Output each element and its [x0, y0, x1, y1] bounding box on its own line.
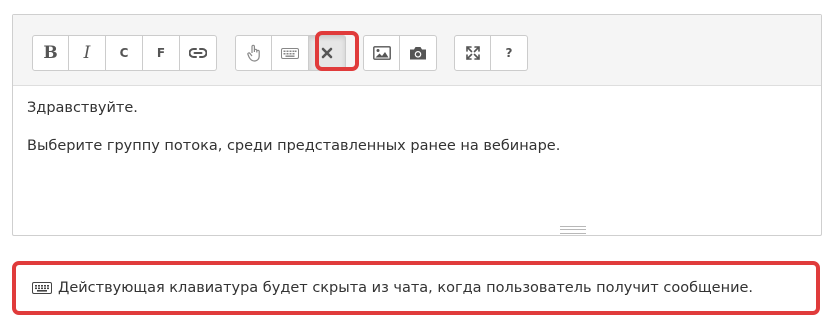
fixed-button[interactable]: F: [143, 35, 180, 71]
media-button-group: [363, 35, 437, 71]
fullscreen-button[interactable]: [454, 35, 491, 71]
italic-icon: I: [83, 43, 91, 63]
camera-icon: [409, 46, 427, 60]
keyboard-icon: [32, 282, 52, 294]
message-line-greeting: Здравствуйте.: [27, 100, 138, 116]
misc-button-group: ?: [454, 35, 528, 71]
message-editor: B I C F ? Здравствуйте. Выберите группу пот…: [12, 14, 822, 236]
image-icon: [372, 46, 391, 60]
code-button[interactable]: C: [106, 35, 143, 71]
button-button[interactable]: [235, 35, 272, 71]
c-icon: C: [119, 46, 129, 60]
remove-keyboard-button[interactable]: [309, 35, 346, 71]
link-button[interactable]: [180, 35, 217, 71]
question-icon: ?: [505, 46, 513, 60]
italic-button[interactable]: I: [69, 35, 106, 71]
editor-toolbar: B I C F ?: [13, 15, 821, 86]
pointer-hand-icon: [246, 44, 261, 62]
expand-icon: [465, 46, 480, 60]
help-button[interactable]: ?: [491, 35, 528, 71]
notice-text: Действующая клавиатура будет скрыта из ч…: [58, 280, 754, 296]
keyboard-button-group: [235, 35, 346, 71]
link-icon: [189, 47, 207, 59]
keyboard-hidden-notice: Действующая клавиатура будет скрыта из ч…: [12, 261, 820, 315]
image-button[interactable]: [363, 35, 400, 71]
keyboard-button[interactable]: [272, 35, 309, 71]
resize-handle[interactable]: [560, 226, 586, 234]
format-button-group: BICF: [32, 35, 217, 71]
bold-button[interactable]: B: [32, 35, 69, 71]
bold-icon: B: [43, 43, 58, 63]
close-icon: [321, 47, 333, 59]
photo-button[interactable]: [400, 35, 437, 71]
message-line-body: Выберите группу потока, среди представле…: [27, 138, 561, 154]
keyboard-icon: [281, 47, 299, 59]
f-icon: F: [156, 46, 166, 60]
